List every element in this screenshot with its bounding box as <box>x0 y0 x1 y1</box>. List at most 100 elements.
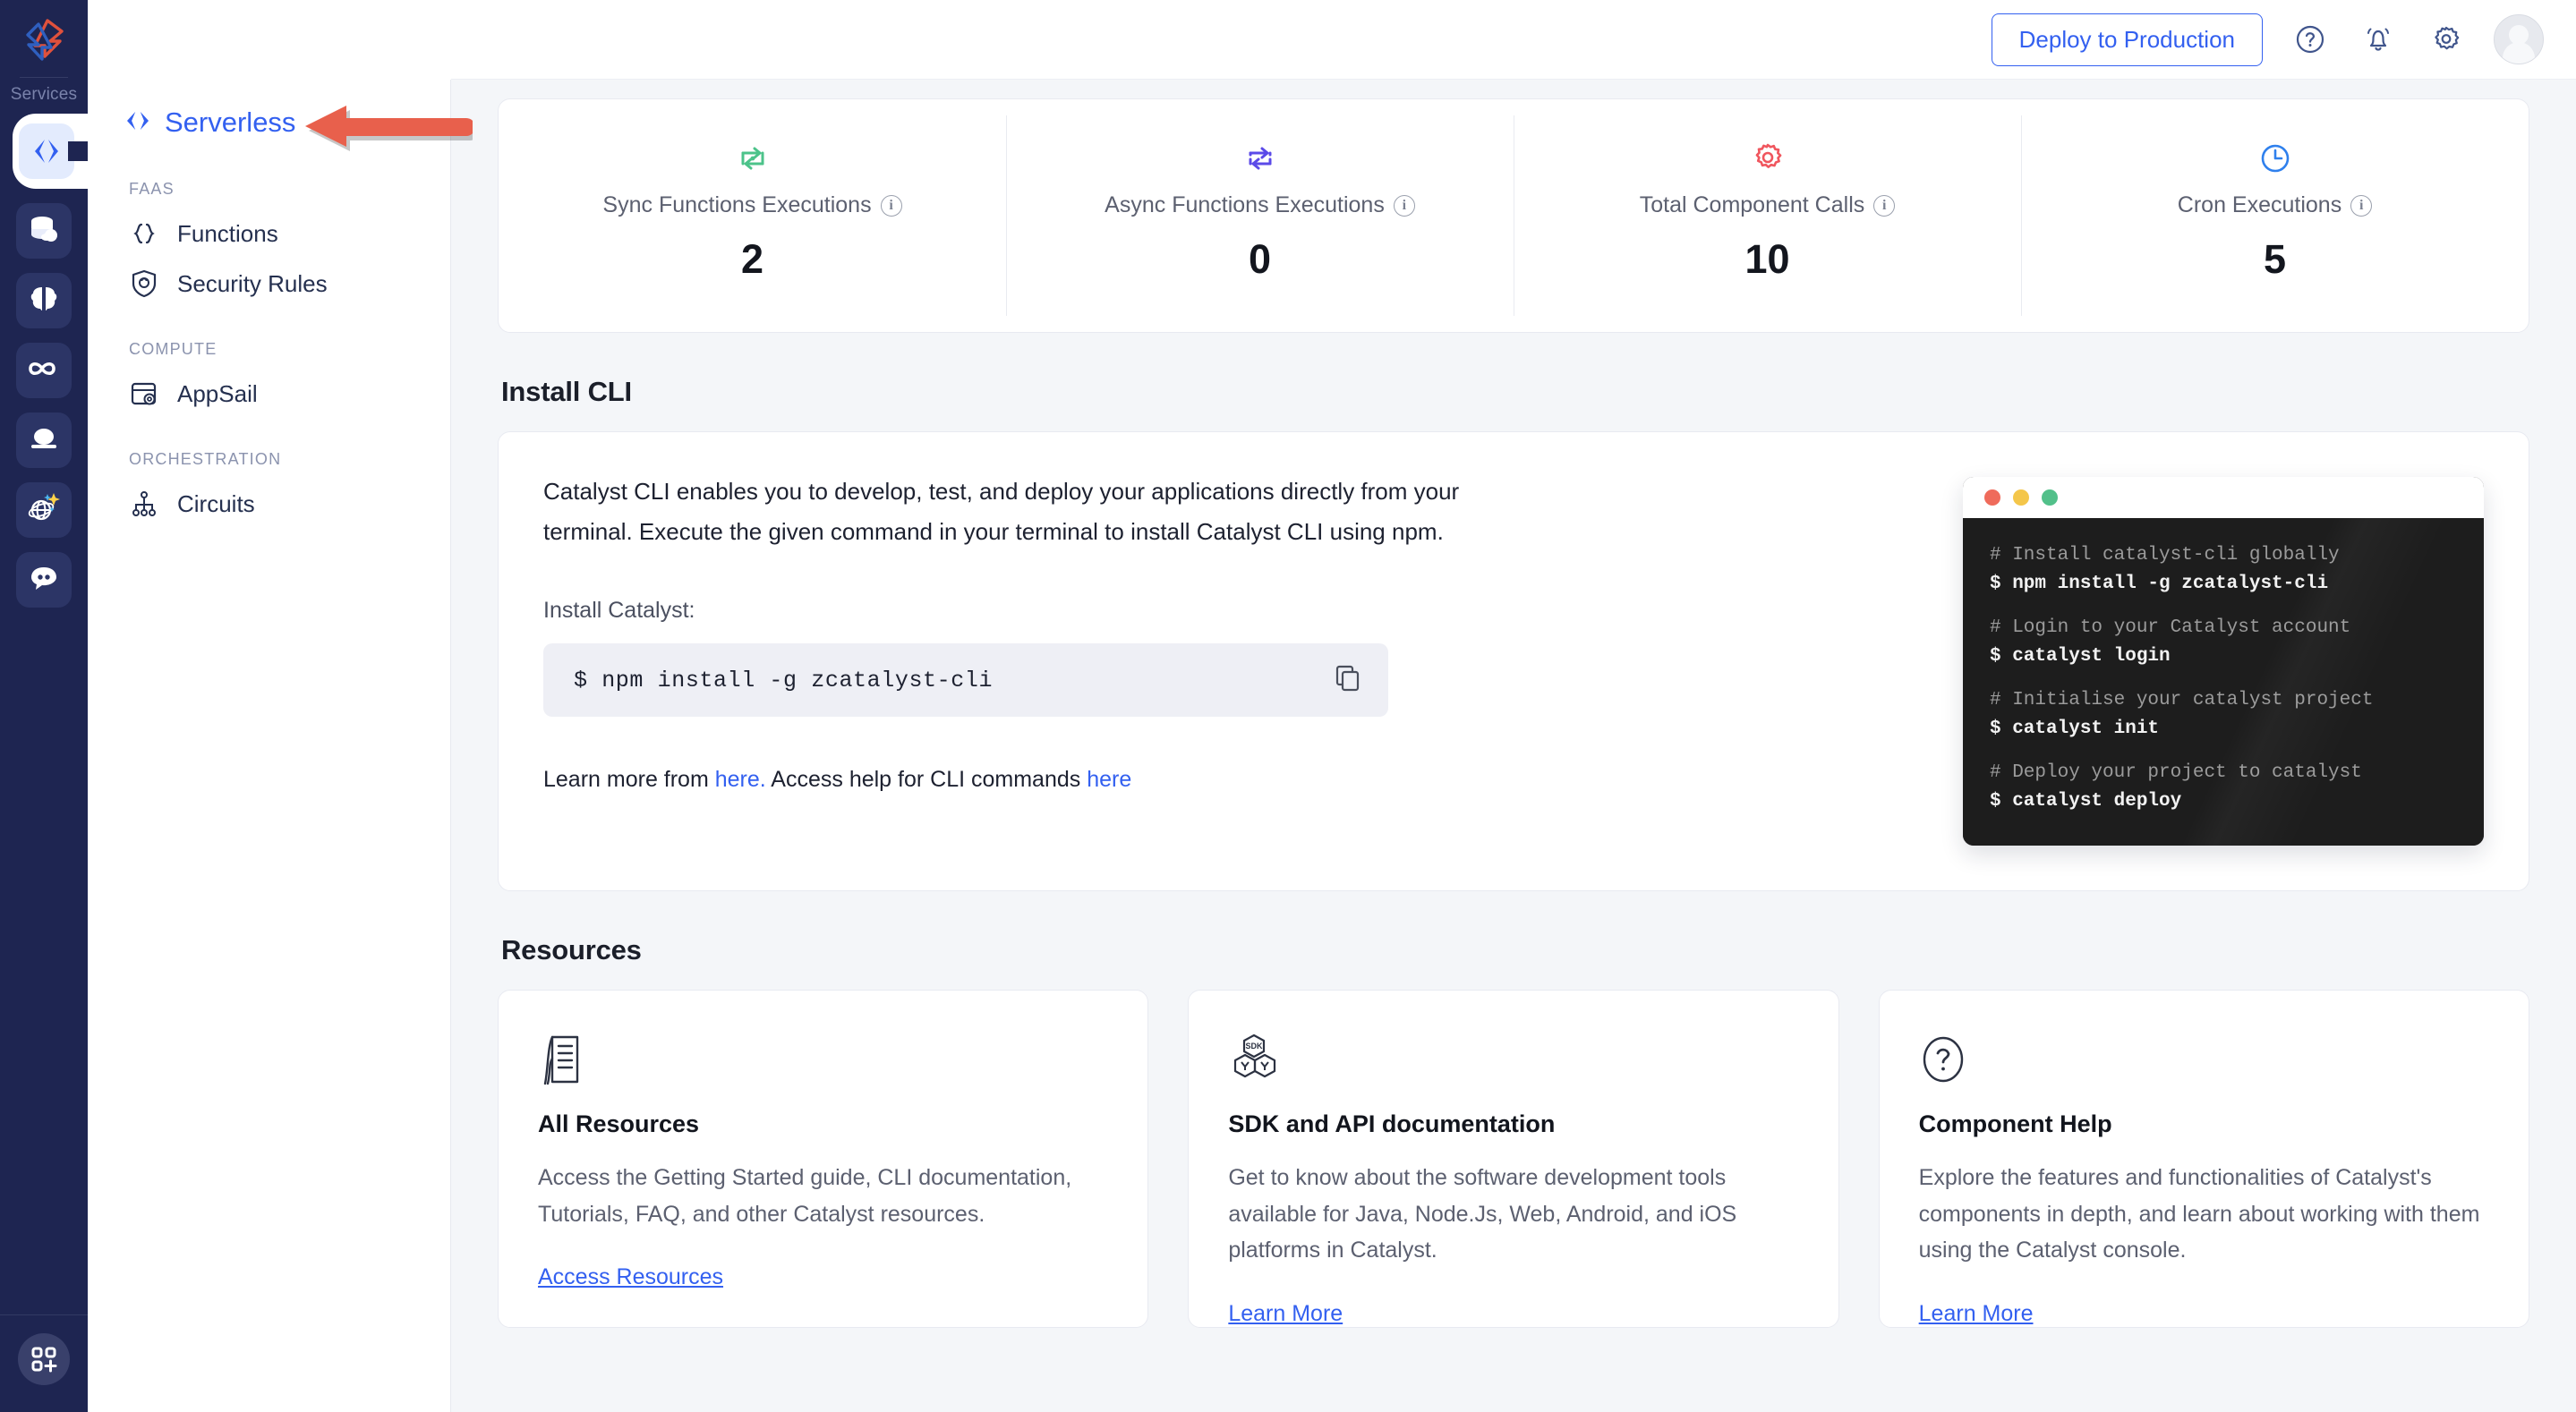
metric-label: Async Functions Executions i <box>1105 192 1415 218</box>
gear-calls-icon <box>1750 139 1786 178</box>
learn-link-here-1[interactable]: here. <box>715 767 766 792</box>
metric-async-functions-executions: Async Functions Executions i 0 <box>1006 99 1514 332</box>
terminal-line: $ catalyst deploy <box>1990 790 2182 812</box>
ai-brain-icon <box>29 285 59 318</box>
metric-label: Cron Executions i <box>2177 192 2373 218</box>
async-arrows-icon <box>1242 139 1278 178</box>
terminal-line: # Install catalyst-cli globally <box>1990 545 2340 566</box>
bell-icon[interactable] <box>2358 19 2399 60</box>
resource-card-link[interactable]: Access Resources <box>538 1264 723 1290</box>
terminal-minimize-dot[interactable] <box>2013 489 2029 506</box>
main-content: Today's Metrics Sync Functions Execution… <box>451 0 2576 1412</box>
add-component-button[interactable] <box>18 1333 70 1385</box>
metric-label: Sync Functions Executions i <box>602 192 902 218</box>
learn-link-here-2[interactable]: here <box>1087 767 1131 792</box>
resource-card-title: All Resources <box>538 1110 700 1137</box>
info-icon[interactable]: i <box>1393 194 1415 217</box>
identity-icon <box>29 425 59 456</box>
serverless-icon <box>124 106 152 139</box>
metric-value: 10 <box>1744 236 1790 282</box>
gear-icon[interactable] <box>2426 19 2467 60</box>
shield-lock-icon <box>129 268 159 299</box>
install-cli-card: Catalyst CLI enables you to develop, tes… <box>498 431 2529 891</box>
metric-value: 5 <box>2263 236 2287 282</box>
terminal-body: # Install catalyst-cli globally $ npm in… <box>1963 518 2484 846</box>
sidebar-item-security-rules[interactable]: Security Rules <box>88 249 450 299</box>
resources-title: Resources <box>501 934 642 965</box>
nav-group-orchestration-label: ORCHESTRATION <box>129 450 282 468</box>
install-catalyst-label: Install Catalyst: <box>543 598 695 624</box>
left-navigation: D DemoProject Serverless FAAS <box>88 0 451 1412</box>
install-cli-title: Install CLI <box>501 376 632 407</box>
learn-middle: Access help for CLI commands <box>765 767 1088 793</box>
help-circle-icon[interactable] <box>2290 19 2331 60</box>
circuit-tree-icon <box>129 489 159 519</box>
rail-item-data-store[interactable] <box>16 203 72 259</box>
sync-arrows-icon <box>735 139 771 178</box>
sidebar-item-appsail[interactable]: AppSail <box>88 359 450 409</box>
metric-value: 2 <box>740 236 764 282</box>
terminal-gap <box>1990 743 2457 759</box>
install-cli-right: # Install catalyst-cli globally $ npm in… <box>1963 472 2484 846</box>
info-icon[interactable]: i <box>2350 194 2373 217</box>
sidebar-item-circuits[interactable]: Circuits <box>88 469 450 519</box>
rail-item-quickml[interactable] <box>16 482 72 538</box>
resource-card-desc: Explore the features and functionalities… <box>1918 1165 2480 1263</box>
rail-item-integrations[interactable] <box>16 343 72 398</box>
sidebar-item-functions[interactable]: Functions <box>88 199 450 249</box>
info-icon[interactable]: i <box>1873 194 1896 217</box>
sdk-hexagons-icon: SDK <box>1228 1032 1798 1087</box>
rail-divider <box>20 77 68 78</box>
question-circle-icon <box>1919 1032 2489 1087</box>
metrics-card: Sync Functions Executions i 2 Async Func… <box>498 98 2529 333</box>
top-bar: Deploy to Production <box>88 0 2576 80</box>
resource-card-title: SDK and API documentation <box>1228 1110 1556 1137</box>
user-avatar[interactable] <box>2494 14 2544 64</box>
rail-item-ai-brain[interactable] <box>16 273 72 328</box>
clock-icon <box>2257 139 2293 178</box>
sidebar-item-label: Circuits <box>177 489 255 517</box>
metric-label-text: Total Component Calls <box>1639 192 1865 217</box>
terminal-line: # Deploy your project to catalyst <box>1990 762 2362 783</box>
metric-sync-functions-executions: Sync Functions Executions i 2 <box>499 99 1006 332</box>
metric-value: 0 <box>1248 236 1272 282</box>
chat-icon <box>29 565 59 596</box>
terminal-gap <box>1990 670 2457 686</box>
rail-item-serverless[interactable] <box>0 114 88 189</box>
resource-card-link[interactable]: Learn More <box>1228 1301 1343 1327</box>
catalyst-logo[interactable] <box>15 13 73 68</box>
terminal-line: $ npm install -g zcatalyst-cli <box>1990 573 2329 594</box>
resource-card-desc: Access the Getting Started guide, CLI do… <box>538 1165 1072 1227</box>
terminal-line: $ catalyst login <box>1990 645 2171 667</box>
rail-item-chat[interactable] <box>16 552 72 608</box>
resource-card-link[interactable]: Learn More <box>1919 1301 2034 1327</box>
resource-card-sdk-api: SDK SDK and API documentation Get to kno… <box>1188 990 1839 1328</box>
braces-icon <box>129 218 159 249</box>
terminal-maximize-dot[interactable] <box>2042 489 2058 506</box>
terminal-line: $ catalyst init <box>1990 718 2160 739</box>
info-icon[interactable]: i <box>880 194 902 217</box>
install-command-box[interactable]: $ npm install -g zcatalyst-cli <box>543 643 1388 718</box>
resource-card-title: Component Help <box>1918 1110 2112 1137</box>
app-root: Services Serverless FAAS Functions Secur… <box>0 0 2576 1412</box>
resources-row: All Resources Access the Getting Started… <box>498 990 2529 1328</box>
sidebar-item-label: AppSail <box>177 379 258 407</box>
copy-icon[interactable] <box>1335 664 1361 697</box>
rail-item-identity[interactable] <box>16 413 72 468</box>
deploy-to-production-button[interactable]: Deploy to Production <box>1991 13 2263 66</box>
metric-cron-executions: Cron Executions i 5 <box>2021 99 2529 332</box>
quickml-globe-icon <box>26 491 62 530</box>
metric-label: Total Component Calls i <box>1640 192 1896 218</box>
install-cli-learn-line: Learn more from here. Access help for CL… <box>543 767 1936 793</box>
metric-label-text: Cron Executions <box>2177 192 2342 217</box>
install-command-text: $ npm install -g zcatalyst-cli <box>574 667 994 693</box>
terminal-close-dot[interactable] <box>1984 489 2000 506</box>
terminal-titlebar <box>1963 477 2484 518</box>
rail-items <box>0 114 88 608</box>
app-window-gear-icon <box>129 379 159 409</box>
metric-total-component-calls: Total Component Calls i 10 <box>1514 99 2021 332</box>
svg-text:SDK: SDK <box>1246 1042 1264 1050</box>
metric-label-text: Sync Functions Executions <box>602 192 872 217</box>
terminal-line: # Login to your Catalyst account <box>1990 617 2351 638</box>
resource-card-all-resources: All Resources Access the Getting Started… <box>498 990 1149 1328</box>
